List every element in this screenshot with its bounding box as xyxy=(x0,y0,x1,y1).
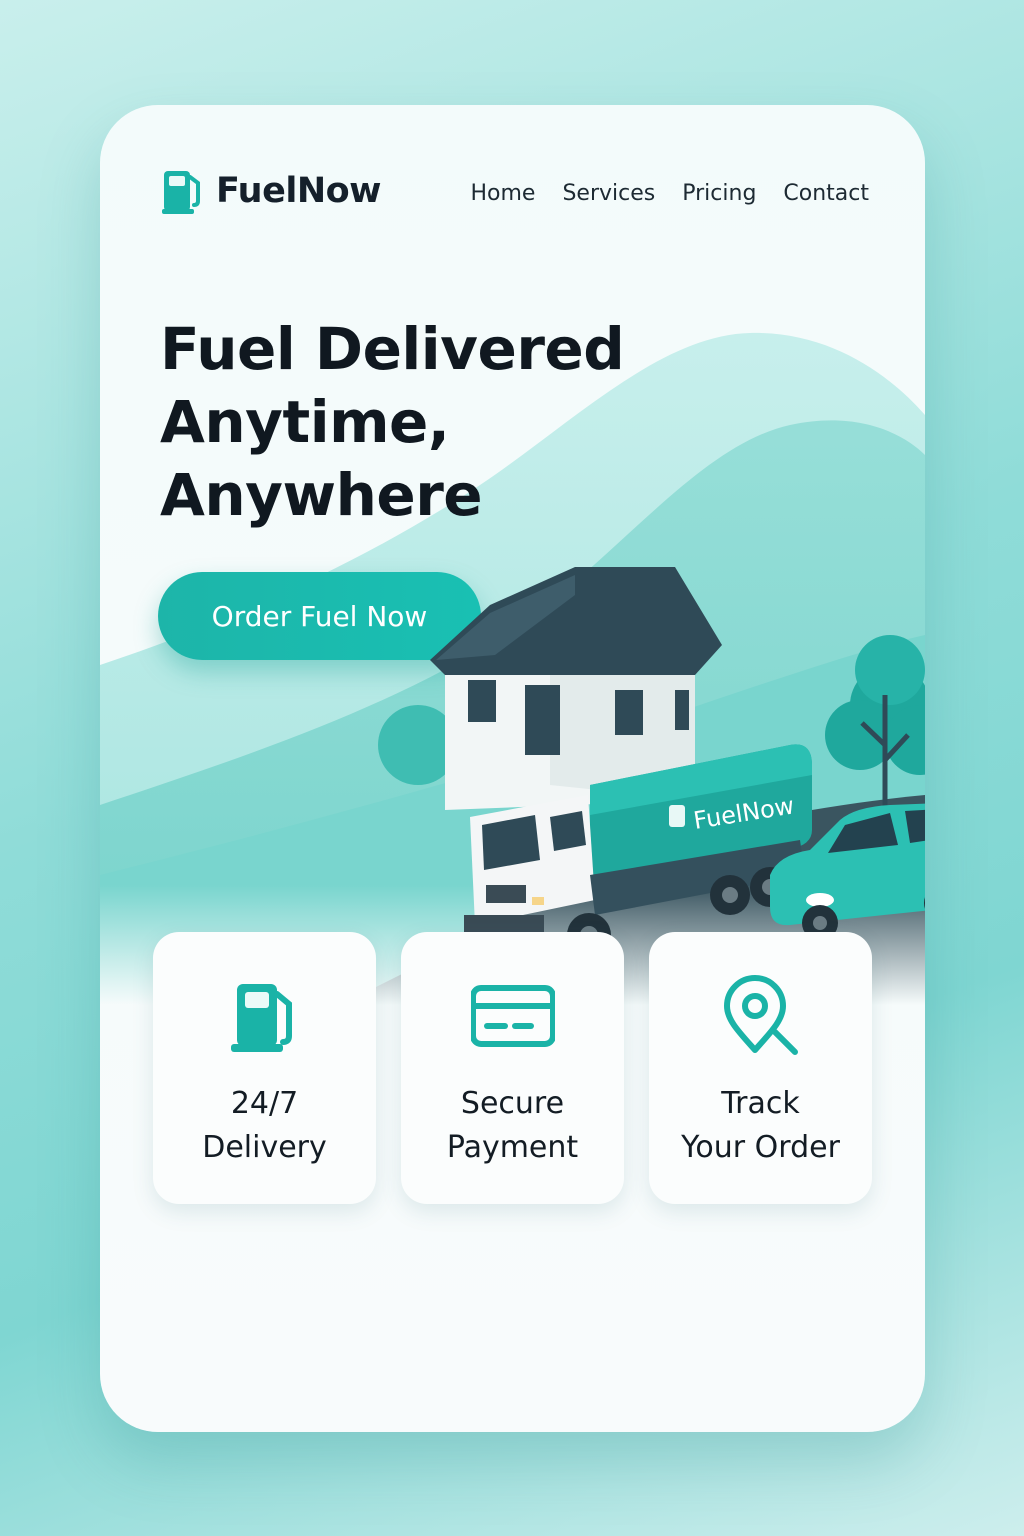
feature-label-line: Secure xyxy=(460,1086,565,1121)
feature-card-track[interactable]: Track Your Order xyxy=(649,932,872,1204)
nav-services[interactable]: Services xyxy=(562,181,655,206)
site-header: FuelNow Home Services Pricing Contact xyxy=(100,105,925,285)
nav-pricing[interactable]: Pricing xyxy=(682,181,756,206)
main-nav: Home Services Pricing Contact xyxy=(471,181,870,206)
brand-name: FuelNow xyxy=(216,171,382,211)
feature-label: Track Your Order xyxy=(649,1082,872,1170)
feature-label-line: Track xyxy=(721,1086,800,1121)
feature-card-delivery[interactable]: 24/7 Delivery xyxy=(153,932,376,1204)
feature-label: Secure Payment xyxy=(401,1082,624,1170)
tree-illustration xyxy=(825,635,925,810)
brand-logo[interactable]: FuelNow xyxy=(162,167,382,215)
nav-home[interactable]: Home xyxy=(471,181,536,206)
hero-illustration: FuelNow xyxy=(378,567,925,957)
fuel-pump-icon xyxy=(231,984,292,1052)
location-search-icon xyxy=(724,975,798,1055)
feature-label: 24/7 Delivery xyxy=(153,1082,376,1170)
headline-line-1: Fuel Delivered xyxy=(160,315,625,383)
feature-label-line: 24/7 xyxy=(230,1086,299,1121)
fuel-pump-icon xyxy=(162,171,200,214)
nav-contact[interactable]: Contact xyxy=(783,181,869,206)
credit-card-icon xyxy=(471,985,555,1047)
features-row: 24/7 Delivery Secure Payment Track Your … xyxy=(153,932,873,1204)
feature-card-payment[interactable]: Secure Payment xyxy=(401,932,624,1204)
feature-label-line: Your Order xyxy=(681,1130,840,1165)
feature-label-line: Delivery xyxy=(202,1130,327,1165)
main-card: FuelNow Home Services Pricing Contact Fu… xyxy=(100,105,925,1432)
feature-label-line: Payment xyxy=(446,1130,579,1165)
